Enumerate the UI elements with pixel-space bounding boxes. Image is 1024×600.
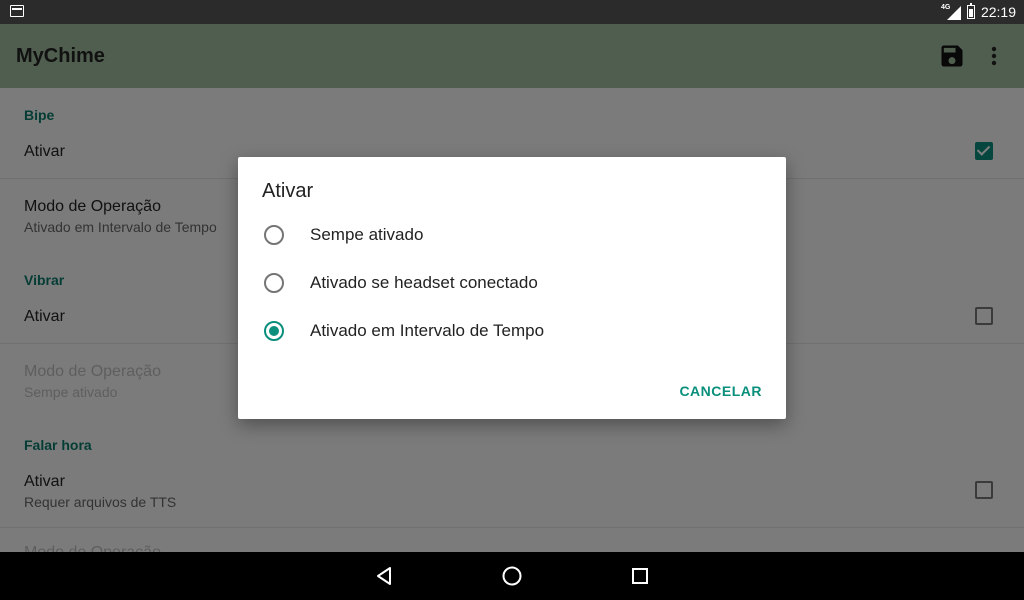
ativar-dialog: Ativar Sempe ativado Ativado se headset …	[238, 157, 786, 419]
recents-icon	[632, 568, 648, 584]
radio-option-headset[interactable]: Ativado se headset conectado	[238, 259, 786, 307]
radio-label: Ativado se headset conectado	[310, 273, 538, 292]
signal-icon: 4G	[941, 4, 961, 20]
recents-button[interactable]	[628, 564, 652, 588]
cancel-button[interactable]: CANCELAR	[679, 383, 762, 399]
radio-label: Ativado em Intervalo de Tempo	[310, 321, 545, 340]
radio-button-selected[interactable]	[264, 321, 284, 341]
radio-button[interactable]	[264, 273, 284, 293]
back-button[interactable]	[372, 564, 396, 588]
home-button[interactable]	[500, 564, 524, 588]
dialog-title: Ativar	[262, 180, 314, 202]
radio-option-intervalo[interactable]: Ativado em Intervalo de Tempo	[238, 307, 786, 355]
back-icon	[377, 567, 391, 585]
battery-icon	[966, 3, 975, 19]
notification-icon	[10, 5, 24, 17]
radio-label: Sempe ativado	[310, 225, 424, 244]
status-bar: 4G 22:19	[0, 0, 1024, 24]
radio-option-sempre-ativado[interactable]: Sempe ativado	[238, 211, 786, 259]
home-icon	[502, 566, 522, 586]
clock: 22:19	[980, 4, 1016, 20]
navigation-bar	[0, 552, 1024, 600]
radio-button[interactable]	[264, 225, 284, 245]
status-icons: 4G 22:19	[941, 0, 1016, 24]
